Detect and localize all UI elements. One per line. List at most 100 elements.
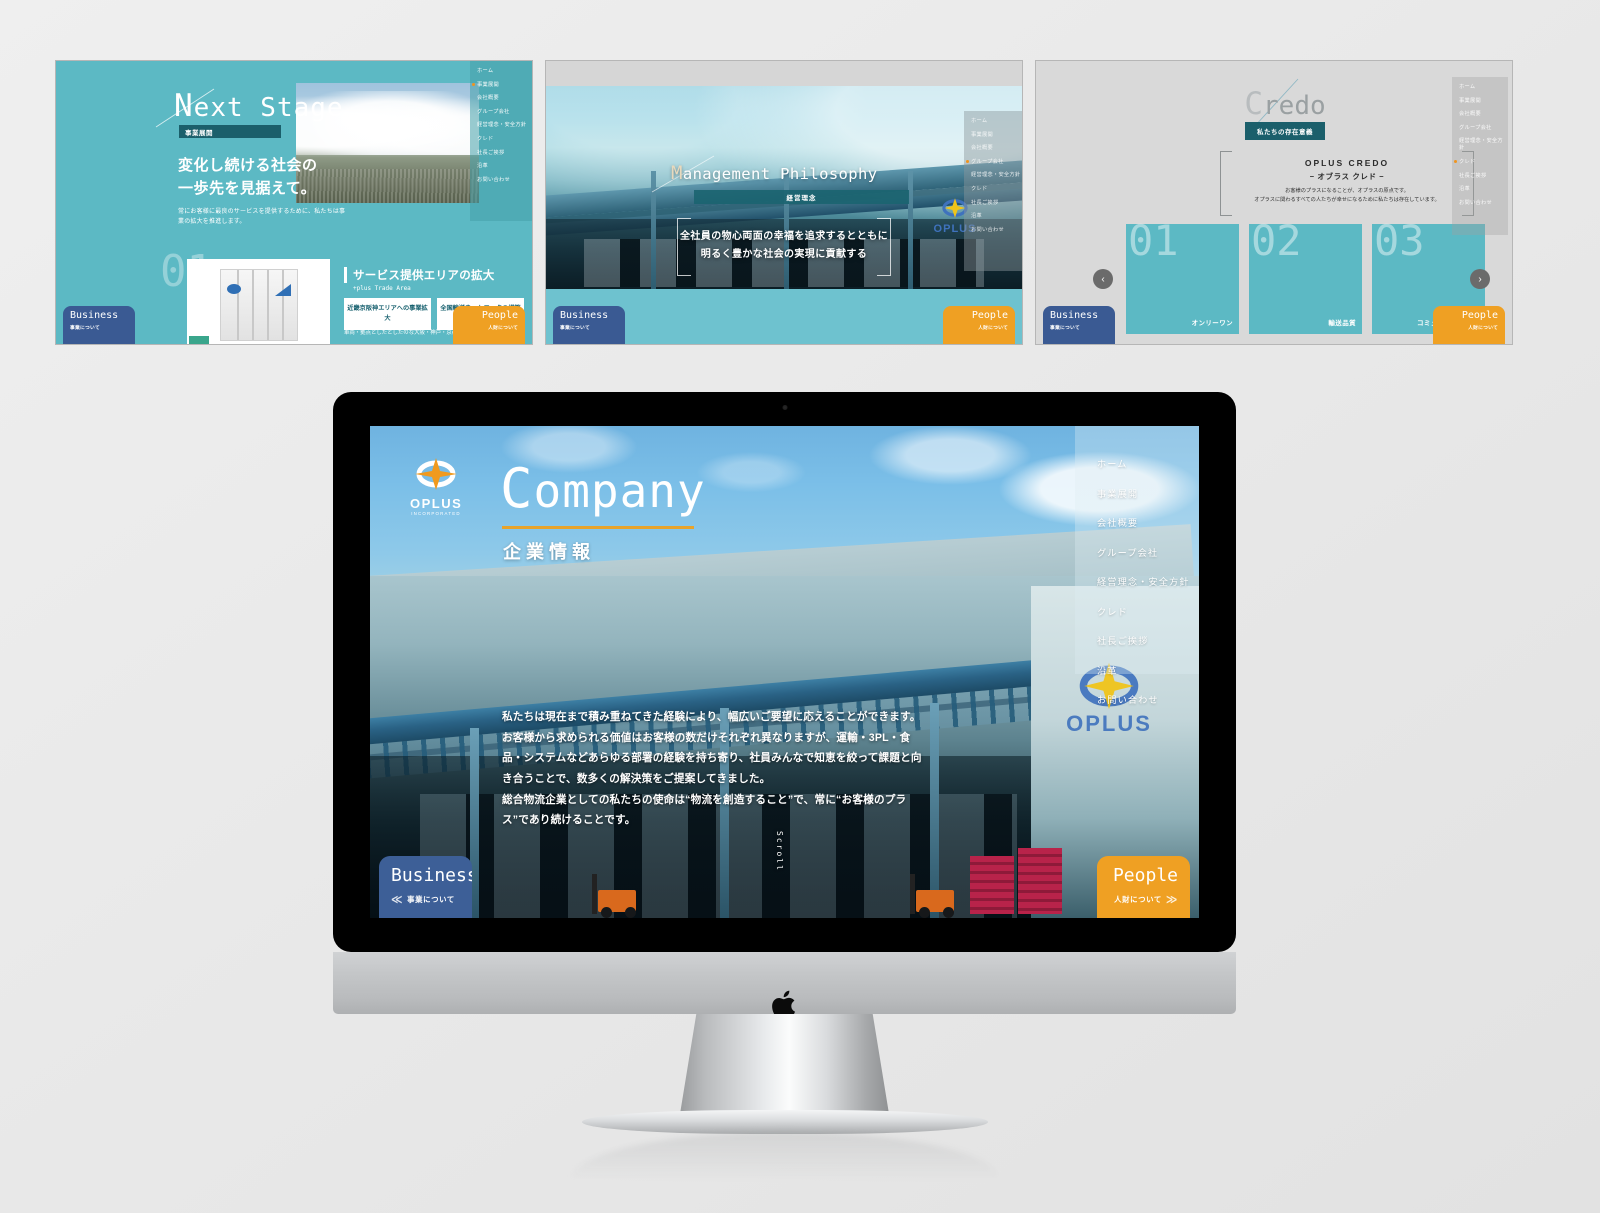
thumb2-topbar [546, 61, 1022, 86]
nav-item-7[interactable]: 沿革 [1097, 663, 1199, 677]
thumb1-nav-item-5[interactable]: クレド [477, 135, 532, 142]
thumb3-nav-item-7[interactable]: 沿革 [1459, 185, 1508, 192]
nav-item-8[interactable]: お問い合わせ [1097, 692, 1199, 706]
thumb3-card-02[interactable]: 02 輸送品質 [1249, 216, 1362, 334]
thumb3-nav-item-2[interactable]: 会社概要 [1459, 110, 1508, 117]
cta-people[interactable]: People 人財について ≫ [1097, 856, 1190, 918]
thumb1-cta-business[interactable]: Business 事業について [63, 306, 135, 344]
thumb2-cta-business[interactable]: Business 事業について [553, 306, 625, 344]
cta-business-row: ≪ 事業について [391, 893, 472, 906]
thumb2-nav-item-2[interactable]: 会社概要 [971, 144, 1022, 151]
thumb3-cta-people[interactable]: People 人財について [1433, 306, 1505, 344]
red-pallet-stack [970, 856, 1014, 914]
forklift [592, 870, 644, 918]
thumbnail-credo[interactable]: Credo 私たちの存在意義 OPLUS CREDO − オブラス クレド − … [1035, 60, 1513, 345]
thumb2-cta-business-title: Business [560, 310, 609, 321]
thumb1-nav-item-4[interactable]: 経営理念・安全方針 [477, 121, 532, 128]
thumb3-nav-item-4[interactable]: 経営理念・安全方針 [1459, 137, 1508, 151]
thumb1-nav-item-7[interactable]: 沿革 [477, 162, 532, 169]
cta-business[interactable]: Business ≪ 事業について [379, 856, 472, 918]
thumb2-nav-item-7[interactable]: 沿革 [971, 212, 1022, 219]
forklift-wheel [943, 907, 954, 918]
nav-item-3[interactable]: グループ会社 [1097, 545, 1199, 559]
thumb2-slogan-line2: 明るく豊かな社会の実現に貢献する [700, 249, 868, 260]
thumb3-card-list: 01 オンリーワン 02 輸送品質 03 お客様との コミュニケーション [1126, 216, 1485, 334]
thumb1-button-0[interactable]: 近畿京阪神エリアへの事業拡大 [344, 298, 431, 330]
thumbnail-strip: Next Stage 事業展開 変化し続ける社会の 一歩先を見据えて。 常にお客… [0, 60, 1600, 345]
thumb1-nav-item-3[interactable]: グループ会社 [477, 108, 532, 115]
container-logo-icon [227, 284, 241, 294]
forklift-wheel [919, 907, 930, 918]
thumb1-title-rest: ext Stage [193, 93, 344, 123]
thumb1-section-title: サービス提供エリアの拡大 [344, 267, 524, 283]
thumb1-cta-business-title: Business [70, 310, 119, 321]
carousel-prev-arrow-icon[interactable]: ‹ [1093, 269, 1113, 289]
thumb1-title: Next Stage [174, 88, 344, 124]
thumb1-truck-card [187, 259, 330, 344]
thumb3-credo-box: OPLUS CREDO − オブラス クレド − お客様のプラスになることが、オ… [1220, 151, 1474, 216]
thumb3-card-01[interactable]: 01 オンリーワン [1126, 216, 1239, 334]
forklift-wheel [601, 907, 612, 918]
thumb2-nav-item-5[interactable]: クレド [971, 185, 1022, 192]
page-title: Company [500, 462, 706, 516]
thumb3-title-rest: redo [1263, 91, 1326, 121]
thumb1-nav-item-0[interactable]: ホーム [477, 67, 532, 74]
thumb3-nav-item-0[interactable]: ホーム [1459, 83, 1508, 90]
thumb2-cta-people[interactable]: People 人財について [943, 306, 1015, 344]
site-logo[interactable]: OPLUS INCORPORATED [410, 458, 462, 516]
thumb3-nav-panel: ホーム事業展開会社概要グループ会社経営理念・安全方針クレド社長ご挨拶沿革お問い合… [1452, 77, 1508, 235]
site-nav-panel: ホーム事業展開会社概要グループ会社 経営理念・安全方針 クレド社長ご挨拶沿革お問い合… [1075, 426, 1199, 705]
thumb2-nav-item-8[interactable]: お問い合わせ [971, 226, 1022, 233]
site-logo-wordmark: OPLUS [410, 496, 463, 511]
thumb3-cta-business-title: Business [1050, 310, 1099, 321]
cta-business-title: Business [391, 865, 472, 886]
thumb2-nav-item-6[interactable]: 社長ご挨拶 [971, 199, 1022, 206]
thumb1-nav-item-6[interactable]: 社長ご挨拶 [477, 149, 532, 156]
thumb2-nav-item-4[interactable]: 経営理念・安全方針 [971, 171, 1022, 178]
thumb1-nav-item-2[interactable]: 会社概要 [477, 94, 532, 101]
nav-item-1[interactable]: 事業展開 [1097, 486, 1199, 500]
thumb1-section-sub: +plus Trade Area [353, 285, 411, 292]
thumb3-nav-item-5[interactable]: クレド [1454, 158, 1508, 165]
thumb3-nav-item-6[interactable]: 社長ご挨拶 [1459, 172, 1508, 179]
thumb2-nav-item-0[interactable]: ホーム [971, 117, 1022, 124]
forklift-mast [592, 874, 597, 914]
carousel-next-arrow-icon[interactable]: › [1470, 269, 1490, 289]
thumb3-credo-text-line1: お客様のプラスになることが、オプラスの原点です。 [1285, 188, 1409, 194]
nav-item-2[interactable]: 会社概要 [1097, 515, 1199, 529]
thumb3-card-01-label: オンリーワン [1191, 320, 1233, 328]
thumb1-nav-item-8[interactable]: お問い合わせ [477, 176, 532, 183]
thumb1-nav-item-1[interactable]: 事業展開 [472, 81, 532, 88]
nav-item-5[interactable]: クレド [1097, 604, 1199, 618]
cta-business-sub: 事業について [407, 895, 455, 904]
nav-item-0[interactable]: ホーム [1097, 456, 1199, 470]
thumb2-nav-panel: ホーム事業展開会社概要グループ会社 経営理念・安全方針 クレド社長ご挨拶沿革お問い合… [964, 111, 1022, 271]
thumbnail-management-philosophy[interactable]: Management Philosophy 経営理念 全社員の物心両面の幸福を追… [545, 60, 1023, 345]
page-body-copy: 私たちは現在まで積み重ねてきた経験により、幅広いご要望に応えることができます。 … [502, 707, 930, 831]
title-underline [502, 526, 694, 529]
thumb3-nav-item-8[interactable]: お問い合わせ [1459, 199, 1508, 206]
thumb1-cta-people[interactable]: People 人財について [453, 306, 525, 344]
thumb1-title-initial: N [174, 88, 194, 124]
body-paragraph-2: 総合物流企業としての私たちの使命は“物流を創造すること”で、常に“お客様のプラス… [502, 793, 907, 827]
thumbnail-next-stage[interactable]: Next Stage 事業展開 変化し続ける社会の 一歩先を見据えて。 常にお客… [55, 60, 533, 345]
forklift [910, 870, 962, 918]
imac-device: OPLUS ホーム事業展開会社概要グループ会社 経営理念・安全方針 クレド社長ご挨拶… [333, 392, 1236, 1180]
thumb3-nav-item-1[interactable]: 事業展開 [1459, 97, 1508, 104]
nav-item-4[interactable]: 経営理念・安全方針 [1097, 574, 1199, 588]
thumb2-hero-photo: Management Philosophy 経営理念 全社員の物心両面の幸福を追… [546, 86, 1022, 291]
thumb3-credo-heading: OPLUS CREDO [1304, 158, 1390, 168]
container-green-block [189, 336, 209, 344]
thumb3-cta-business[interactable]: Business 事業について [1043, 306, 1115, 344]
page-subtitle: 企業情報 [503, 542, 595, 562]
thumb2-nav-item-1[interactable]: 事業展開 [971, 131, 1022, 138]
thumb2-nav-item-3[interactable]: グループ会社 [966, 158, 1022, 165]
thumb3-cta-people-title: People [1461, 310, 1498, 321]
thumb3-nav-item-3[interactable]: グループ会社 [1459, 124, 1508, 131]
thumb3-nav-list: ホーム事業展開会社概要グループ会社経営理念・安全方針クレド社長ご挨拶沿革お問い合… [1452, 77, 1508, 206]
imac-stand-neck [679, 1014, 890, 1117]
thumb1-cta-business-sub: 事業について [70, 326, 100, 331]
nav-item-6[interactable]: 社長ご挨拶 [1097, 633, 1199, 647]
container-graphic-icon [275, 284, 291, 296]
webcam-icon [782, 405, 787, 410]
